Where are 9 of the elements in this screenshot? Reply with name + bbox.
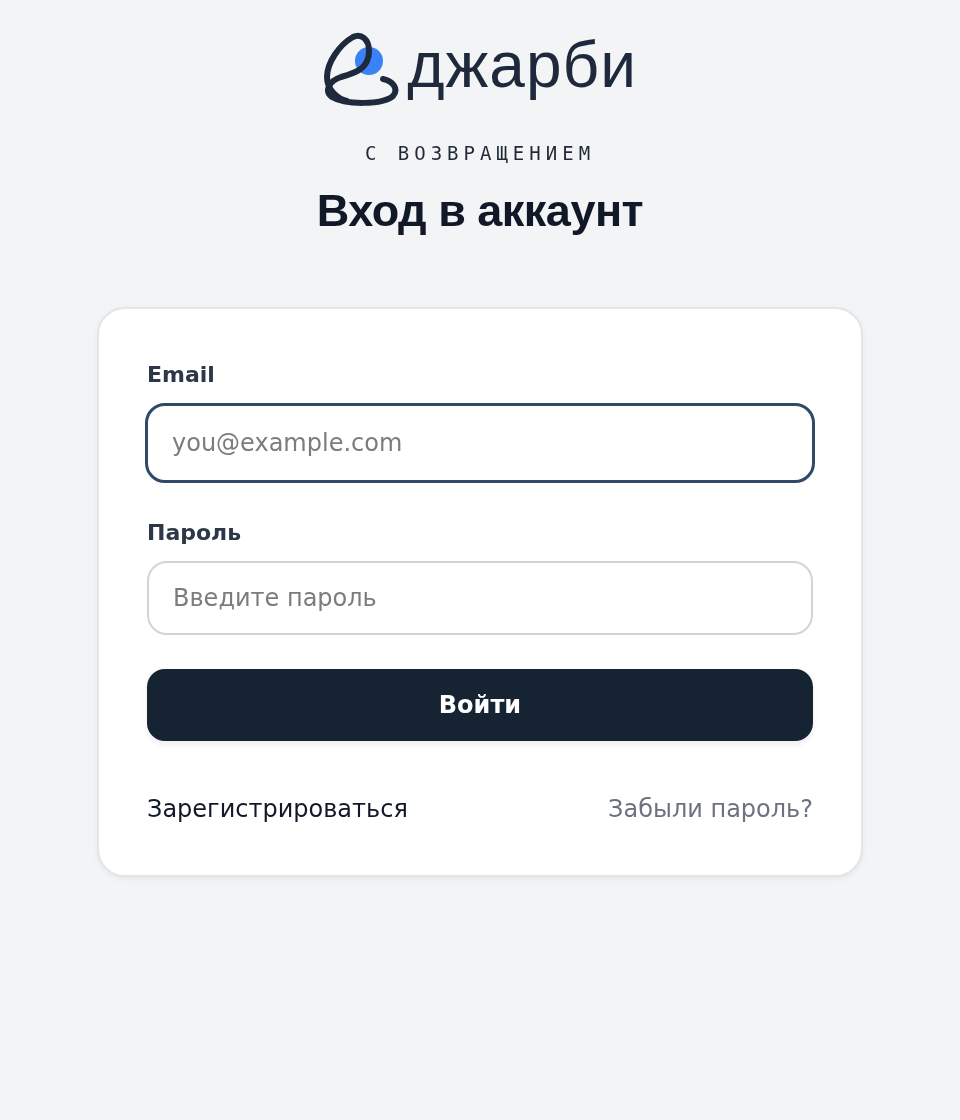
login-button[interactable]: Войти	[147, 669, 813, 741]
logo-wordmark: джарби	[407, 30, 637, 103]
field-label: Email	[147, 361, 215, 389]
input-field[interactable]: you@example.com	[145, 403, 815, 483]
text-link[interactable]: Забыли пароль?	[608, 793, 813, 825]
page-title: Вход в аккаунт	[316, 184, 644, 238]
welcome-caption: С ВОЗВРАЩЕНИЕМ	[364, 141, 596, 166]
text-link[interactable]: Зарегистрироваться	[147, 793, 408, 825]
field-label: Пароль	[147, 519, 242, 547]
